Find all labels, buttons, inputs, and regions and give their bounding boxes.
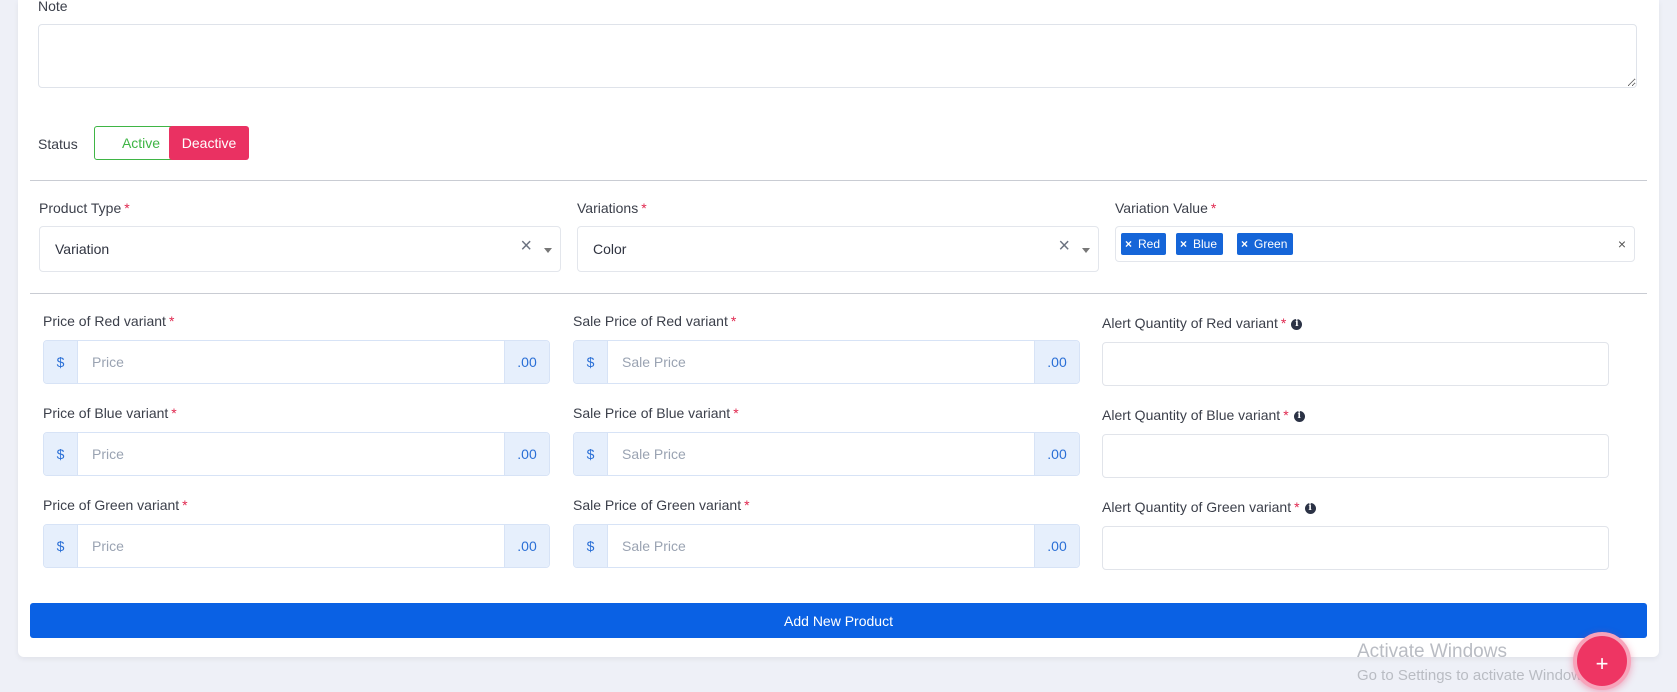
- sale-price-red-input-group: $ .00: [573, 340, 1080, 384]
- price-red-label: Price of Red variant *: [43, 313, 175, 329]
- alert-qty-red-input[interactable]: [1102, 342, 1609, 386]
- variation-tag-red[interactable]: × Red: [1121, 233, 1167, 255]
- price-blue-input-group: $ .00: [43, 432, 550, 476]
- currency-prefix: $: [44, 525, 78, 567]
- decimal-suffix: .00: [1034, 433, 1079, 475]
- chevron-down-icon[interactable]: [544, 248, 552, 253]
- variations-clear-icon[interactable]: ×: [1058, 236, 1070, 256]
- price-green-input[interactable]: [78, 525, 498, 567]
- note-label: Note: [38, 0, 68, 14]
- sale-price-green-label: Sale Price of Green variant *: [573, 497, 750, 513]
- floating-add-button[interactable]: +: [1573, 632, 1631, 690]
- product-type-label: Product Type *: [39, 200, 130, 216]
- plus-icon: +: [1595, 651, 1609, 676]
- info-icon[interactable]: i: [1293, 411, 1305, 422]
- currency-prefix: $: [574, 341, 608, 383]
- variation-value-label: Variation Value *: [1115, 200, 1217, 216]
- alert-qty-green-label: Alert Quantity of Green variant * i: [1102, 499, 1316, 515]
- alert-qty-green-input[interactable]: [1102, 526, 1609, 570]
- variation-tag-green[interactable]: × Green: [1237, 233, 1294, 255]
- tag-remove-icon[interactable]: ×: [1241, 237, 1248, 251]
- info-icon[interactable]: i: [1304, 503, 1316, 514]
- price-red-input-group: $ .00: [43, 340, 550, 384]
- status-deactive-button[interactable]: Deactive: [169, 126, 249, 160]
- sale-price-green-input-group: $ .00: [573, 524, 1080, 568]
- decimal-suffix: .00: [1034, 341, 1079, 383]
- decimal-suffix: .00: [504, 525, 549, 567]
- variations-label: Variations *: [577, 200, 647, 216]
- variation-tag-blue[interactable]: × Blue: [1176, 233, 1224, 255]
- sale-price-red-label: Sale Price of Red variant *: [573, 313, 737, 329]
- tag-remove-icon[interactable]: ×: [1180, 237, 1187, 251]
- decimal-suffix: .00: [504, 341, 549, 383]
- sale-price-blue-label: Sale Price of Blue variant *: [573, 405, 739, 421]
- sale-price-blue-input-group: $ .00: [573, 432, 1080, 476]
- price-red-input[interactable]: [78, 341, 498, 383]
- decimal-suffix: .00: [504, 433, 549, 475]
- sale-price-blue-input[interactable]: [608, 433, 1028, 475]
- price-blue-input[interactable]: [78, 433, 498, 475]
- variation-value-multiselect[interactable]: × Red × Blue × Green ×: [1115, 226, 1635, 262]
- divider-middle: [30, 293, 1647, 294]
- divider-top: [30, 180, 1647, 181]
- alert-qty-blue-label: Alert Quantity of Blue variant * i: [1102, 407, 1305, 423]
- note-textarea[interactable]: [38, 24, 1637, 88]
- decimal-suffix: .00: [1034, 525, 1079, 567]
- alert-qty-blue-input[interactable]: [1102, 434, 1609, 478]
- price-blue-label: Price of Blue variant *: [43, 405, 177, 421]
- product-type-value: Variation: [55, 241, 110, 257]
- currency-prefix: $: [44, 433, 78, 475]
- sale-price-red-input[interactable]: [608, 341, 1028, 383]
- add-new-product-button[interactable]: Add New Product: [30, 603, 1647, 638]
- product-type-clear-icon[interactable]: ×: [520, 236, 532, 256]
- status-label: Status: [38, 136, 78, 152]
- variation-value-clear-icon[interactable]: ×: [1618, 236, 1626, 252]
- activate-windows-watermark-title: Activate Windows: [1357, 641, 1507, 662]
- variations-select[interactable]: Color ×: [577, 226, 1099, 272]
- currency-prefix: $: [574, 433, 608, 475]
- currency-prefix: $: [44, 341, 78, 383]
- price-green-label: Price of Green variant *: [43, 497, 188, 513]
- product-form-card: Note Status Active Deactive Product Type…: [18, 0, 1659, 657]
- alert-qty-red-label: Alert Quantity of Red variant * i: [1102, 315, 1303, 331]
- chevron-down-icon[interactable]: [1082, 248, 1090, 253]
- sale-price-green-input[interactable]: [608, 525, 1028, 567]
- price-green-input-group: $ .00: [43, 524, 550, 568]
- currency-prefix: $: [574, 525, 608, 567]
- info-icon[interactable]: i: [1291, 319, 1303, 330]
- variations-value: Color: [593, 241, 627, 257]
- product-type-select[interactable]: Variation ×: [39, 226, 561, 272]
- activate-windows-watermark-subtitle: Go to Settings to activate Windows.: [1357, 667, 1594, 684]
- tag-remove-icon[interactable]: ×: [1125, 237, 1132, 251]
